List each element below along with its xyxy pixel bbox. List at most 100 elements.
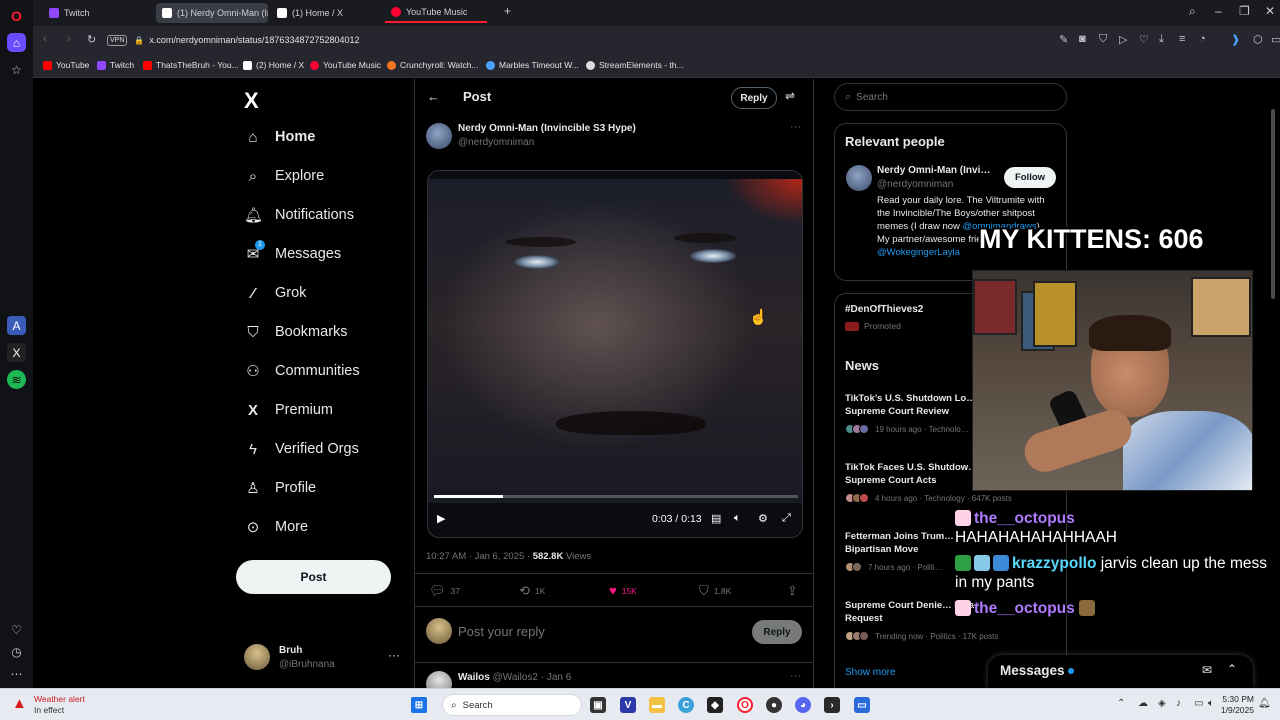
tab-search-icon[interactable]: ⌕ <box>1189 4 1196 19</box>
relevant-avatar[interactable] <box>846 165 872 191</box>
obs-icon[interactable]: ● <box>766 697 782 713</box>
back-arrow-icon[interactable]: ← <box>427 89 440 104</box>
follow-button[interactable]: Follow <box>1004 167 1056 188</box>
tab-nerdy-omni-man[interactable]: (1) Nerdy Omni-Man (Invi… <box>156 3 268 23</box>
forward-icon[interactable]: › <box>67 33 71 45</box>
post-more-icon[interactable]: ··· <box>790 121 801 133</box>
nav-explore[interactable]: ⌕ Explore <box>244 163 324 189</box>
reply-more-icon[interactable]: ··· <box>790 670 801 682</box>
vpn-badge[interactable]: VPN <box>107 34 128 46</box>
bookmark-youtube-music[interactable]: YouTube Music <box>310 60 381 70</box>
messages-drawer[interactable]: Messages ✉ ⌃ <box>988 655 1253 688</box>
page-scrollbar[interactable] <box>1270 79 1276 688</box>
spotify-icon[interactable]: ≋ <box>7 370 26 389</box>
author-avatar[interactable] <box>426 123 452 149</box>
nav-messages[interactable]: ✉ 1 Messages <box>244 240 341 267</box>
download-icon[interactable]: ⤓ <box>1159 33 1164 46</box>
play-icon[interactable]: ▶ <box>437 512 445 525</box>
sidebar-toggle-icon[interactable]: ▭ <box>1271 33 1280 46</box>
account-switcher[interactable]: Bruh @iBruhnana ··· <box>244 644 404 674</box>
settings-gear-icon[interactable]: ⚙ <box>758 512 768 525</box>
tab-twitch[interactable]: Twitch <box>43 3 153 23</box>
back-icon[interactable]: ‹ <box>43 33 47 45</box>
reply-submit-button[interactable]: Reply <box>752 620 802 644</box>
promoted-trend[interactable]: #DenOfThieves2 Promoted <box>845 304 923 331</box>
nav-home[interactable]: ⌂ Home <box>244 124 315 150</box>
profile-icon[interactable]: ◔ <box>1199 33 1206 45</box>
new-tab-button[interactable]: + <box>504 4 511 18</box>
play-icon[interactable]: ▷ <box>1119 33 1127 46</box>
bookmark-streamelements[interactable]: StreamElements - th... <box>586 60 684 70</box>
nav-verified-orgs[interactable]: ϟ Verified Orgs <box>244 436 359 462</box>
video-progress-bar[interactable] <box>434 495 798 498</box>
history-icon[interactable]: ◷ <box>7 642 26 661</box>
aria-icon[interactable]: A <box>7 316 26 335</box>
url-field[interactable]: VPN 🔒 x.com/nerdyomniman/status/18763348… <box>107 30 1067 50</box>
windows-start-icon[interactable]: ⊞ <box>411 697 427 713</box>
bookmark-action[interactable]: ⛉ 1.8K <box>699 583 731 599</box>
fullscreen-icon[interactable]: ⤢ <box>782 512 791 525</box>
tab-youtube-music[interactable]: YouTube Music <box>385 3 487 23</box>
extension-icon[interactable]: ❱ <box>1231 33 1240 46</box>
speed-dial-icon[interactable]: ⌂ <box>7 33 26 52</box>
taskbar-search[interactable]: ⌕ Search <box>442 694 582 716</box>
timestamp-text[interactable]: 10:27 AM · Jan 6, 2025 · <box>426 551 533 562</box>
sliders-icon[interactable]: ⇌ <box>785 89 795 103</box>
file-explorer-icon[interactable]: ▬ <box>649 697 665 713</box>
bookmark-home-x[interactable]: (2) Home / X <box>243 60 304 70</box>
camera-icon[interactable]: ◙ <box>1079 33 1086 45</box>
edit-icon[interactable]: ✎ <box>1059 33 1068 46</box>
task-view-icon[interactable]: ▣ <box>590 697 606 713</box>
reply-input[interactable] <box>458 621 738 641</box>
post-button[interactable]: Post <box>236 560 391 594</box>
clock[interactable]: 5:30 PM 1/9/2025 <box>1214 694 1254 716</box>
news-item-title[interactable]: TikTok Faces U.S. Shutdow… Supreme Court… <box>845 461 980 487</box>
bookmark-crunchyroll[interactable]: Crunchyroll: Watch... <box>387 60 479 70</box>
monitor-icon[interactable]: ▭ <box>854 697 870 713</box>
reply-action[interactable]: 💬︎ 37 <box>429 583 460 599</box>
x-logo[interactable]: X <box>244 88 259 114</box>
like-action[interactable]: ♥ 15K <box>609 583 637 598</box>
microphone-icon[interactable]: ♪ <box>1176 698 1181 709</box>
volume-icon[interactable]: 🔈︎ <box>734 512 741 525</box>
maximize-button[interactable]: ❐ <box>1239 4 1250 18</box>
new-message-icon[interactable]: ✉ <box>1202 663 1212 677</box>
scrollbar-thumb[interactable] <box>1271 109 1275 299</box>
more-dots-icon[interactable]: ⋯ <box>7 664 26 683</box>
author-name[interactable]: Nerdy Omni-Man (Invincible S3 Hype) <box>458 123 636 134</box>
share-action[interactable]: ⇪ <box>787 583 803 599</box>
chevron-up-icon[interactable]: ⌃ <box>1227 662 1237 676</box>
network-icon[interactable]: ◈ <box>1158 698 1166 709</box>
app-c-icon[interactable]: C <box>678 697 694 713</box>
video-player[interactable]: ▶ 0:03 / 0:13 ▤ 🔈︎ ⚙ ⤢ <box>427 170 803 538</box>
notification-bell-icon[interactable]: 🔔︎ <box>1258 698 1271 709</box>
bookmark-thatsthebruh[interactable]: ThatsTheBruh - You... <box>143 60 239 70</box>
chevron-up-icon[interactable]: ⌃ <box>1117 698 1125 709</box>
nav-notifications[interactable]: 🔔︎ Notifications <box>244 202 354 228</box>
reply-pill-button[interactable]: Reply <box>731 87 777 109</box>
author-handle[interactable]: @nerdyomniman <box>458 137 534 148</box>
relevant-name[interactable]: Nerdy Omni-Man (Invi… <box>877 165 990 176</box>
display-icon[interactable]: ▭ <box>1194 698 1203 709</box>
close-window-button[interactable]: ✕ <box>1265 4 1275 18</box>
bookmark-youtube[interactable]: YouTube <box>43 60 89 70</box>
show-more-link[interactable]: Show more <box>845 667 896 678</box>
opera-taskbar-icon[interactable]: O <box>737 697 753 713</box>
shield-icon[interactable]: ⛉ <box>1099 33 1107 46</box>
heart-icon[interactable]: ♡ <box>7 620 26 639</box>
more-dots-icon[interactable]: ··· <box>388 648 400 662</box>
onedrive-icon[interactable]: ☁ <box>1138 698 1148 709</box>
bookmark-marbles[interactable]: Marbles Timeout W... <box>486 60 579 70</box>
news-item-title[interactable]: TikTok’s U.S. Shutdown Lo… Supreme Court… <box>845 392 980 418</box>
nav-grok[interactable]: ⁄ Grok <box>244 280 307 306</box>
repost-action[interactable]: ⟲ 1K <box>519 583 545 599</box>
bio-link[interactable]: @WokegingerLayla <box>877 247 960 258</box>
bookmark-twitch[interactable]: Twitch <box>97 60 134 70</box>
search-input[interactable]: ⌕ Search <box>834 83 1067 111</box>
opera-logo-icon[interactable]: O <box>7 6 26 25</box>
nav-communities[interactable]: ⚇ Communities <box>244 358 359 384</box>
nav-profile[interactable]: ♙ Profile <box>244 475 316 501</box>
discord-icon[interactable]: ◕ <box>795 697 811 713</box>
menu-icon[interactable]: ≡ <box>1179 33 1185 45</box>
x-sidebar-icon[interactable]: X <box>7 343 26 362</box>
